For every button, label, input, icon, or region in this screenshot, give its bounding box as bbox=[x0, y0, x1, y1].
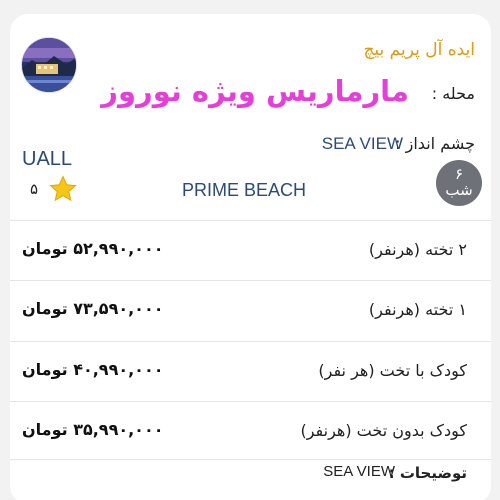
beach-name: PRIME BEACH bbox=[182, 180, 307, 200]
price-value: ۷۳,۵۹۰,۰۰۰ تومان bbox=[22, 299, 164, 318]
room-type-label: ۱ تخته (هرنفر) bbox=[368, 300, 467, 319]
airline-code: UALL bbox=[22, 148, 73, 170]
view-label: چشم انداز : bbox=[395, 134, 475, 153]
nights-number: ۶ bbox=[454, 165, 464, 183]
room-type-label: کودک بدون تخت (هرنفر) bbox=[300, 421, 467, 440]
price-row[interactable]: کودک بدون تخت (هرنفر) ۳۵,۹۹۰,۰۰۰ تومان bbox=[10, 401, 491, 461]
star-icon bbox=[49, 175, 77, 202]
room-type-label: کودک با تخت (هر نفر) bbox=[318, 361, 467, 380]
price-value: ۵۲,۹۹۰,۰۰۰ تومان bbox=[22, 239, 164, 258]
nights-badge: ۶ شب bbox=[436, 160, 482, 206]
star-rating-value: ۵ bbox=[30, 180, 39, 198]
divider bbox=[10, 459, 491, 460]
hotel-photo-icon[interactable] bbox=[22, 38, 76, 92]
price-row[interactable]: ۱ تخته (هرنفر) ۷۳,۵۹۰,۰۰۰ تومان bbox=[10, 280, 491, 340]
hotel-offer-card[interactable]: ایده آل پریم بیچ محله : مارماریس ویژه نو… bbox=[10, 14, 491, 500]
view-value: SEA VIEW bbox=[321, 134, 403, 153]
price-row[interactable]: ۲ تخته (هرنفر) ۵۲,۹۹۰,۰۰۰ تومان bbox=[10, 220, 491, 280]
nights-label: شب bbox=[445, 181, 473, 199]
hotel-name[interactable]: ایده آل پریم بیچ bbox=[363, 40, 475, 60]
price-row[interactable]: کودک با تخت (هر نفر) ۴۰,۹۹۰,۰۰۰ تومان bbox=[10, 341, 491, 401]
package-name: مارماریس ویژه نوروز bbox=[101, 74, 409, 108]
price-value: ۳۵,۹۹۰,۰۰۰ تومان bbox=[22, 420, 164, 439]
notes-value: SEA VIEW bbox=[323, 463, 395, 480]
room-type-label: ۲ تخته (هرنفر) bbox=[368, 240, 467, 259]
notes-label: توضیحات : bbox=[388, 464, 467, 482]
price-value: ۴۰,۹۹۰,۰۰۰ تومان bbox=[22, 360, 164, 379]
location-label: محله : bbox=[431, 84, 475, 103]
